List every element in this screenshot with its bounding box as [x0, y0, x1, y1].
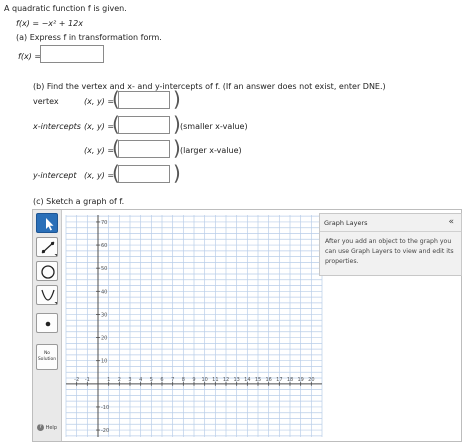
- line-icon: [41, 241, 57, 257]
- x-intercept-larger-input[interactable]: [118, 140, 170, 158]
- close-paren: ): [173, 87, 181, 111]
- graph-layers-title: Graph Layers: [324, 219, 368, 227]
- part-a-prompt: (a) Express f in transformation form.: [16, 33, 162, 42]
- y-tick-label: 70: [101, 220, 107, 226]
- x-tick-label: 13: [233, 377, 239, 383]
- x-tick-label: 12: [223, 377, 229, 383]
- y-tick-label: 50: [101, 266, 107, 272]
- y-intercept-coord-label: (x, y) =: [84, 171, 115, 180]
- y-tick-label: 30: [101, 312, 107, 318]
- graph-toolbar: No Solution ? Help: [33, 210, 62, 441]
- x-tick-label: 11: [212, 377, 218, 383]
- parabola-tool-button[interactable]: [36, 285, 58, 305]
- y-tick-label: 60: [101, 243, 107, 249]
- y-tick-label: -20: [101, 428, 109, 434]
- x-tick-label: 19: [297, 377, 303, 383]
- x-tick-label: 1: [107, 377, 110, 383]
- part-b-prompt: (b) Find the vertex and x- and y-interce…: [33, 82, 386, 91]
- x-intercept-smaller-input[interactable]: [118, 116, 170, 134]
- graph-layers-header[interactable]: Graph Layers «: [320, 214, 461, 232]
- larger-x-note: (larger x-value): [180, 146, 242, 155]
- circle-tool-button[interactable]: [36, 261, 58, 281]
- pointer-icon: [46, 218, 54, 231]
- y-tick-label: 40: [101, 289, 107, 295]
- x-tick-label: 17: [276, 377, 282, 383]
- y-tick-label: 10: [101, 359, 107, 365]
- x-tick-label: 9: [192, 377, 195, 383]
- x-tick-label: 6: [160, 377, 163, 383]
- y-intercept-label: y-intercept: [33, 171, 77, 180]
- point-tool-button[interactable]: [36, 313, 58, 333]
- vertex-coord-label: (x, y) =: [84, 97, 115, 106]
- coordinate-plane[interactable]: -2 -1 1 2 3 4 5 6 7 8 9 10 11 12 13 14 15 16 17 18 19 20 7060…: [64, 213, 324, 439]
- x-intercepts-label: x-intercepts: [33, 122, 81, 131]
- smaller-x-note: (smaller x-value): [180, 122, 248, 131]
- x-tick-label: 18: [287, 377, 293, 383]
- transformation-form-input[interactable]: [40, 45, 104, 63]
- x-tick-label: 10: [201, 377, 207, 383]
- parabola-icon: [41, 289, 57, 305]
- x-tick-label: 4: [139, 377, 142, 383]
- graph-layers-panel: Graph Layers « After you add an object t…: [319, 213, 462, 276]
- part-c-prompt: (c) Sketch a graph of f.: [33, 197, 125, 206]
- pointer-tool-button[interactable]: [36, 213, 58, 233]
- vertex-input[interactable]: [118, 91, 170, 109]
- y-tick-label: -10: [101, 405, 109, 411]
- x-tick-label: 16: [265, 377, 271, 383]
- help-icon: ?: [37, 424, 44, 431]
- x-tick-label: 15: [255, 377, 261, 383]
- y-tick-label: 20: [101, 336, 107, 342]
- problem-intro: A quadratic function f is given.: [4, 4, 127, 13]
- circle-icon: [41, 265, 55, 279]
- part-a-label: f(x) =: [18, 52, 42, 61]
- no-solution-label-2: Solution: [37, 357, 57, 362]
- close-paren: ): [173, 161, 181, 185]
- y-intercept-input[interactable]: [118, 165, 170, 183]
- collapse-icon[interactable]: «: [448, 217, 454, 227]
- x-tick-label: 20: [308, 377, 314, 383]
- no-solution-button[interactable]: No Solution: [36, 344, 58, 370]
- x-intercept-2-coord-label: (x, y) =: [84, 146, 115, 155]
- vertex-label: vertex: [33, 97, 59, 106]
- x-tick-label: 7: [171, 377, 174, 383]
- x-tick-label: -1: [85, 377, 90, 383]
- function-definition: f(x) = −x² + 12x: [16, 19, 83, 28]
- line-tool-button[interactable]: [36, 237, 58, 257]
- help-button[interactable]: ? Help: [37, 424, 57, 431]
- help-label: Help: [45, 425, 57, 431]
- x-tick-label: 5: [150, 377, 153, 383]
- graph-layers-help-text: After you add an object to the graph you…: [325, 238, 454, 265]
- x-tick-label: 14: [244, 377, 250, 383]
- point-icon: [45, 321, 51, 327]
- x-tick-label: 3: [128, 377, 131, 383]
- x-tick-label: 8: [182, 377, 185, 383]
- x-tick-label: -2: [74, 377, 79, 383]
- x-tick-label: 2: [118, 377, 121, 383]
- x-intercept-1-coord-label: (x, y) =: [84, 122, 115, 131]
